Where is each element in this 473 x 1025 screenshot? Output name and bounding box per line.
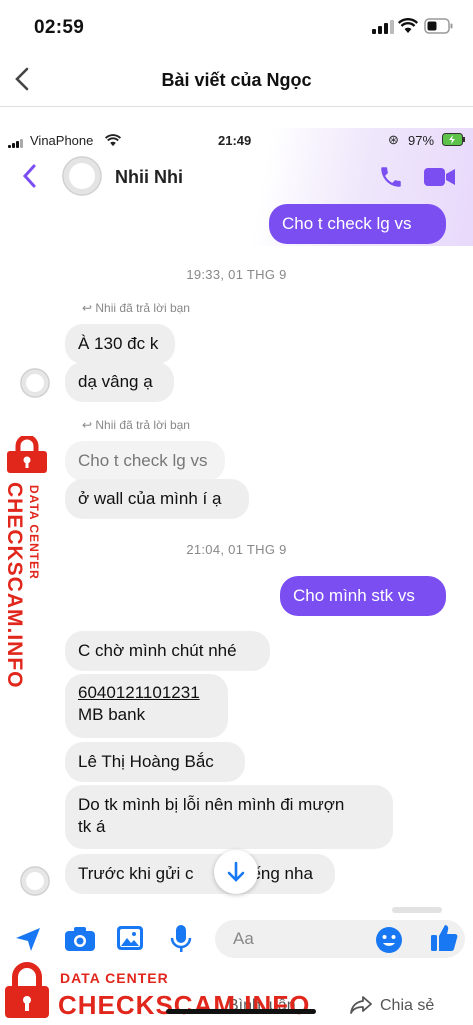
message-incoming[interactable]: dạ vâng ạ: [65, 362, 174, 402]
timestamp: 19:33, 01 THG 9: [186, 267, 287, 282]
message-incoming[interactable]: Trước khi gửi c ếng nha: [65, 854, 335, 894]
inner-battery-percent: 97%: [408, 133, 435, 148]
phone-call-icon[interactable]: [378, 164, 404, 195]
watermark-side-label: DATA CENTER: [27, 485, 41, 580]
message-incoming[interactable]: À 130 đc k: [65, 324, 175, 364]
send-location-icon[interactable]: [14, 926, 42, 957]
chevron-left-icon: [22, 164, 36, 188]
arrow-down-icon: [227, 861, 245, 882]
wifi-icon: [397, 18, 419, 39]
watermark-bottom-brand: CHECKSCAM.INFO: [58, 990, 311, 1020]
message-text-right: ếng nha: [251, 864, 313, 883]
home-indicator: [166, 1009, 316, 1014]
reply-arrow-icon: ↩: [82, 418, 96, 432]
inner-time: 21:49: [218, 133, 252, 148]
watermark-side-brand: CHECKSCAM.INFO: [3, 482, 26, 689]
post-header: Bài viết của Ngọc: [0, 56, 473, 107]
contact-name[interactable]: Nhii Nhi: [115, 167, 183, 188]
chat-screenshot: VinaPhone 21:49 ⊛ 97% Nhii Nhi Cho t che…: [0, 128, 473, 960]
message-incoming[interactable]: Lê Thị Hoàng Bắc: [65, 742, 245, 782]
quoted-message[interactable]: Cho t check lg vs: [65, 441, 225, 481]
scroll-down-button[interactable]: [214, 850, 258, 894]
reply-indicator-text: Nhii đã trả lời bạn: [95, 301, 190, 315]
message-outgoing[interactable]: Cho t check lg vs: [269, 204, 446, 244]
message-input-placeholder: Aa: [233, 929, 254, 948]
inner-carrier: VinaPhone: [30, 133, 94, 148]
contact-avatar[interactable]: [62, 156, 102, 196]
message-incoming[interactable]: C chờ mình chút nhé: [65, 631, 270, 671]
message-composer: Aa: [0, 918, 473, 960]
message-input[interactable]: Aa: [215, 920, 465, 958]
timestamp: 21:04, 01 THG 9: [186, 542, 287, 557]
watermark-lock-icon: [3, 960, 51, 1025]
message-text-left: Trước khi gửi c: [78, 864, 194, 883]
bank-name: MB bank: [78, 705, 146, 724]
reply-arrow-icon: ↩: [82, 301, 96, 315]
inner-signal-icon: [8, 138, 24, 148]
page-title: Bài viết của Ngọc: [161, 70, 312, 90]
status-time: 02:59: [34, 17, 85, 38]
share-button[interactable]: Chia sẻ: [380, 997, 434, 1015]
battery-icon: [424, 18, 454, 39]
reply-indicator: ↩ Nhii đã trả lời bạn: [82, 301, 190, 315]
like-icon[interactable]: [430, 923, 458, 958]
signal-icon: [372, 20, 394, 34]
inner-battery-icon: [442, 133, 466, 151]
message-preview-edge: [392, 907, 442, 913]
message-incoming[interactable]: ở wall của mình í ạ: [65, 479, 249, 519]
reply-indicator: ↩ Nhii đã trả lời bạn: [82, 418, 190, 432]
message-line: Do tk mình bị lỗi nên mình đi mượn: [78, 795, 345, 814]
watermark-bottom-label: DATA CENTER: [60, 970, 169, 986]
share-icon[interactable]: [350, 995, 372, 1020]
chat-back-button[interactable]: [22, 162, 36, 196]
message-outgoing[interactable]: Cho mình stk vs: [280, 576, 446, 616]
microphone-icon[interactable]: [170, 924, 192, 959]
message-line: tk á: [78, 817, 106, 836]
emoji-icon[interactable]: [375, 926, 403, 959]
inner-wifi-icon: [104, 134, 122, 152]
sender-avatar: [20, 368, 50, 398]
account-number[interactable]: 6040121101231: [78, 682, 215, 704]
message-incoming[interactable]: Do tk mình bị lỗi nên mình đi mượn tk á: [65, 785, 393, 849]
gallery-icon[interactable]: [116, 925, 144, 956]
message-account-info[interactable]: 6040121101231 MB bank: [65, 674, 228, 738]
camera-icon[interactable]: [64, 926, 96, 957]
video-call-icon[interactable]: [424, 166, 456, 193]
reply-indicator-text: Nhii đã trả lời bạn: [95, 418, 190, 432]
watermark-lock-icon: [5, 434, 49, 479]
inner-lock-rotation-icon: ⊛: [388, 132, 399, 147]
sender-avatar: [20, 866, 50, 896]
